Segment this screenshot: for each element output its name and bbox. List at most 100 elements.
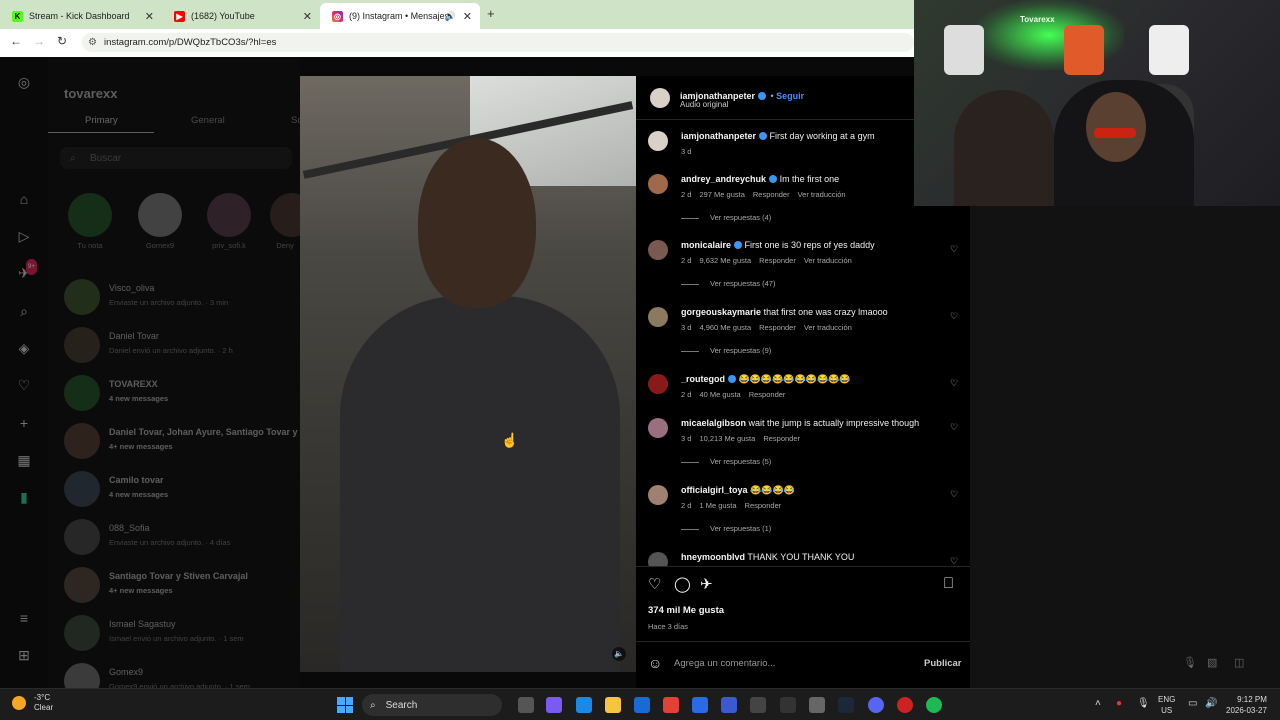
reply-button[interactable]: Responder	[759, 256, 796, 265]
mouse-cursor-icon: ☝	[501, 432, 519, 448]
comment-likes[interactable]: 1 Me gusta	[699, 501, 736, 510]
taskbar-search[interactable]: ⌕ Search	[362, 694, 502, 716]
comment-user[interactable]: _routegod	[681, 374, 725, 384]
steam-icon[interactable]	[838, 697, 854, 713]
like-count[interactable]: 374 mil Me gusta	[648, 605, 724, 616]
new-tab-button[interactable]: +	[487, 6, 495, 21]
author-name[interactable]: iamjonathanpeter	[681, 131, 756, 141]
comment-user[interactable]: officialgirl_toya	[681, 485, 748, 495]
site-info-icon[interactable]: ⚙	[88, 37, 97, 48]
right-empty-area	[970, 206, 1280, 688]
file-explorer-icon[interactable]	[605, 697, 621, 713]
avatar[interactable]	[648, 485, 668, 505]
like-comment-icon[interactable]: ♡	[950, 422, 958, 433]
network-icon[interactable]: ▭	[1188, 698, 1197, 709]
clock[interactable]: 9:12 PM 2026-03-27	[1226, 694, 1267, 716]
like-comment-icon[interactable]: ♡	[950, 556, 958, 566]
close-icon[interactable]: ✕	[145, 10, 154, 23]
bookmark-icon[interactable]: ⎕	[944, 575, 953, 592]
avatar[interactable]	[650, 88, 670, 108]
view-replies-button[interactable]: Ver respuestas (5)	[681, 457, 771, 466]
chrome-icon[interactable]	[663, 697, 679, 713]
vscode-icon[interactable]	[721, 697, 737, 713]
emoji-icon[interactable]: ☺	[648, 655, 662, 671]
view-replies-button[interactable]: Ver respuestas (1)	[681, 524, 771, 533]
forward-icon[interactable]: →	[33, 34, 45, 48]
comment-user[interactable]: monicalaire	[681, 240, 731, 250]
comment-user[interactable]: micaelalgibson	[681, 418, 746, 428]
comment-likes[interactable]: 297 Me gusta	[699, 190, 744, 199]
view-replies-button[interactable]: Ver respuestas (4)	[681, 213, 771, 222]
avatar[interactable]	[648, 307, 668, 327]
like-comment-icon[interactable]: ♡	[950, 311, 958, 322]
copilot-icon[interactable]	[546, 697, 562, 713]
mute-icon[interactable]: 🔈	[612, 647, 626, 661]
tab-instagram[interactable]: ◎ (9) Instagram • Mensajes 🔊 ✕	[320, 3, 480, 29]
avatar[interactable]	[648, 418, 668, 438]
view-replies-button[interactable]: Ver respuestas (9)	[681, 346, 771, 355]
publish-button[interactable]: Publicar	[924, 658, 962, 669]
close-icon[interactable]: ✕	[463, 10, 472, 23]
spotify-icon[interactable]	[926, 697, 942, 713]
avatar[interactable]	[648, 240, 668, 260]
like-comment-icon[interactable]: ♡	[950, 489, 958, 500]
translate-button[interactable]: Ver traducción	[804, 323, 852, 332]
avatar[interactable]	[648, 374, 668, 394]
weather-widget[interactable]: -3°C Clear	[12, 693, 53, 713]
obs-icon[interactable]	[897, 697, 913, 713]
translate-button[interactable]: Ver traducción	[798, 190, 846, 199]
audio-label[interactable]: Audio original	[680, 100, 728, 109]
tab-youtube[interactable]: ▶ (1682) YouTube ✕	[162, 3, 320, 29]
image-icon[interactable]: ▧	[1207, 656, 1217, 669]
view-replies-button[interactable]: Ver respuestas (47)	[681, 279, 775, 288]
speaker-icon[interactable]: 🔊	[445, 11, 456, 22]
follow-button[interactable]: Seguir	[776, 91, 804, 101]
back-icon[interactable]: ←	[10, 34, 22, 48]
language-indicator[interactable]: ENG US	[1158, 694, 1175, 716]
edge-icon[interactable]	[576, 697, 592, 713]
url-input[interactable]: ⚙ instagram.com/p/DWQbzTbCO3s/?hl=es	[82, 33, 914, 52]
comment-user[interactable]: andrey_andreychuk	[681, 174, 766, 184]
translate-button[interactable]: Ver traducción	[804, 256, 852, 265]
comment-input[interactable]: Agrega un comentario...	[674, 658, 775, 669]
like-comment-icon[interactable]: ♡	[950, 244, 958, 255]
comment-user[interactable]: hneymoonblvd	[681, 552, 745, 562]
outlook-icon[interactable]	[634, 697, 650, 713]
store-icon[interactable]	[692, 697, 708, 713]
date: 2026-03-27	[1226, 706, 1267, 715]
discord-icon[interactable]	[868, 697, 884, 713]
like-icon[interactable]: ♡	[648, 575, 661, 593]
capcut-icon[interactable]	[780, 697, 796, 713]
comment-likes[interactable]: 40 Me gusta	[699, 390, 740, 399]
microphone-icon[interactable]: 🎙	[1137, 698, 1150, 709]
tray-app-icon[interactable]: ●	[1116, 698, 1122, 709]
microphone-icon[interactable]: 🎙	[1183, 656, 1197, 669]
close-icon[interactable]: ✕	[303, 10, 312, 23]
avatar[interactable]	[648, 552, 668, 566]
reel-video[interactable]: 🔈	[300, 76, 636, 672]
comment-likes[interactable]: 9,632 Me gusta	[699, 256, 751, 265]
reply-button[interactable]: Responder	[749, 390, 786, 399]
task-view-icon[interactable]	[518, 697, 534, 713]
avatar[interactable]	[648, 131, 668, 151]
sticker-icon[interactable]: ◫	[1234, 656, 1244, 669]
comment-age: 3 d	[681, 434, 692, 443]
reload-icon[interactable]: ↻	[57, 34, 67, 48]
notepad-icon[interactable]	[809, 697, 825, 713]
reply-button[interactable]: Responder	[759, 323, 796, 332]
comment-icon[interactable]: ◯	[674, 575, 691, 593]
avatar[interactable]	[648, 174, 668, 194]
share-icon[interactable]: ✈	[700, 575, 713, 593]
reply-button[interactable]: Responder	[763, 434, 800, 443]
apps-icon[interactable]	[750, 697, 766, 713]
windows-start-icon[interactable]	[337, 697, 353, 713]
like-comment-icon[interactable]: ♡	[950, 378, 958, 389]
volume-icon[interactable]: 🔊	[1205, 698, 1217, 709]
comment-user[interactable]: gorgeouskaymarie	[681, 307, 761, 317]
comment-likes[interactable]: 10,213 Me gusta	[699, 434, 755, 443]
reply-button[interactable]: Responder	[745, 501, 782, 510]
comment-likes[interactable]: 4,960 Me gusta	[699, 323, 751, 332]
reply-button[interactable]: Responder	[753, 190, 790, 199]
chevron-up-icon[interactable]: ˄	[1095, 698, 1101, 709]
tab-kick[interactable]: K Stream - Kick Dashboard ✕	[0, 3, 162, 29]
